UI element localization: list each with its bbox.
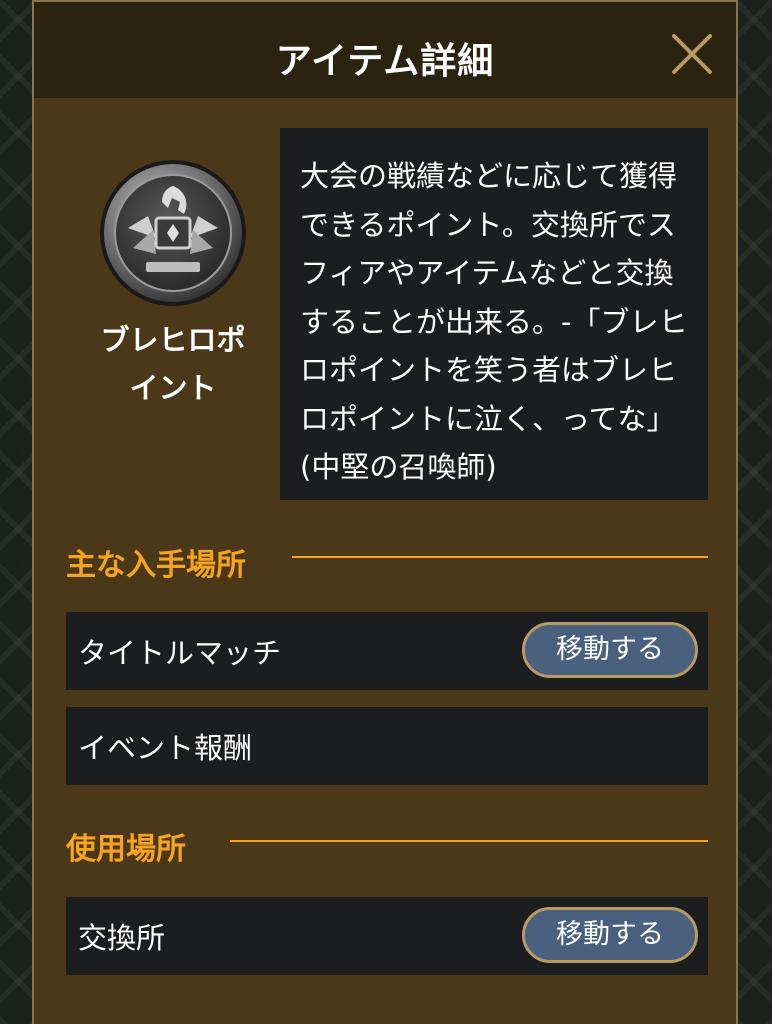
dialog-title: アイテム詳細 — [275, 41, 495, 82]
item-description: 大会の戦績などに応じて獲得できるポイント。交換所でスフィアやアイテムなどと交換す… — [280, 128, 708, 500]
acquisition-row-title-match: タイトルマッチ 移動する — [66, 612, 708, 690]
section-divider — [230, 840, 708, 842]
dialog-header: アイテム詳細 — [34, 0, 736, 98]
row-label: 交換所 — [78, 921, 166, 955]
item-detail-dialog: アイテム詳細 ブレヒロポ イント 大会の戦績などに応じて獲得できるポイント。交換… — [32, 0, 738, 1024]
brave-hero-point-medal-icon — [98, 158, 248, 308]
item-name: ブレヒロポ イント — [82, 316, 264, 412]
item-name-line1: ブレヒロポ — [100, 323, 246, 357]
acquisition-section-title: 主な入手場所 — [66, 548, 246, 583]
close-icon[interactable] — [670, 32, 714, 76]
row-label: イベント報酬 — [78, 731, 253, 765]
item-name-line2: イント — [129, 371, 217, 405]
usage-section-title: 使用場所 — [66, 832, 186, 867]
acquisition-row-event-reward: イベント報酬 — [66, 707, 708, 785]
move-button[interactable]: 移動する — [522, 622, 698, 678]
move-button[interactable]: 移動する — [522, 907, 698, 963]
row-label: タイトルマッチ — [78, 636, 282, 670]
section-divider — [292, 556, 708, 558]
usage-row-exchange: 交換所 移動する — [66, 897, 708, 975]
